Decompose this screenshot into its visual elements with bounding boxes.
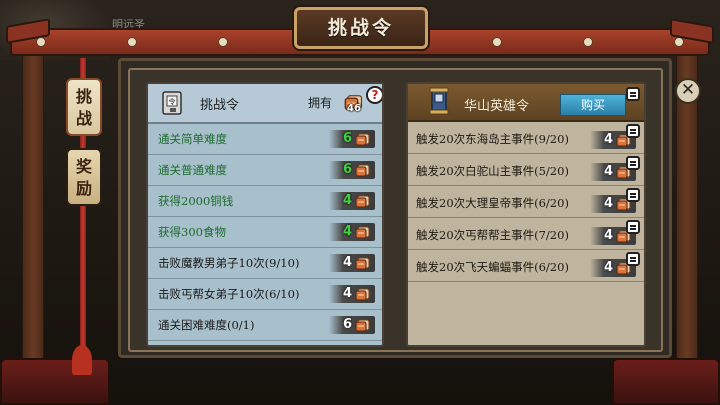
token-icon	[355, 193, 371, 209]
hero-panel: 华山英雄令 购买 触发20次东海岛主事件(9/20) 4 触发20次白驼山主事件(5…	[406, 82, 646, 347]
buy-button[interactable]: 购买	[560, 94, 626, 116]
token-icon	[355, 162, 371, 178]
token-icon	[355, 224, 371, 240]
lock-icon	[626, 156, 640, 170]
help-icon[interactable]: ?	[366, 86, 382, 104]
token-icon	[355, 317, 371, 333]
event-text: 触发20次白驼山主事件(5/20)	[416, 164, 569, 178]
event-text: 触发20次大理皇帝事件(6/20)	[416, 196, 569, 210]
close-button[interactable]: ✕	[675, 78, 701, 104]
event-row[interactable]: 触发20次大理皇帝事件(6/20) 4	[408, 186, 644, 218]
lock-icon	[626, 87, 640, 101]
page-title: 挑战令	[327, 17, 394, 39]
bolt	[127, 37, 138, 47]
frame-base-left	[0, 358, 110, 405]
frame-left-post	[22, 52, 44, 382]
token-icon	[355, 131, 371, 147]
task-text: 击败魔教男弟子10次(9/10)	[158, 256, 300, 270]
task-row[interactable]: 击败魔教男弟子10次(9/10) 4	[148, 248, 382, 279]
task-row[interactable]: 通关普通难度 6	[148, 155, 382, 186]
tassel-decoration	[72, 345, 92, 375]
hero-token-icon	[429, 87, 449, 115]
task-row[interactable]: 击败丐帮女弟子10次(6/10) 4	[148, 279, 382, 310]
lock-icon	[626, 124, 640, 138]
task-reward-count: 4	[343, 193, 353, 208]
task-row[interactable]: 获得300食物 4	[148, 217, 382, 248]
task-row[interactable]: 获得2000铜钱 4	[148, 186, 382, 217]
task-row[interactable]: 通关简单难度 6	[148, 124, 382, 155]
task-text: 获得300食物	[158, 225, 226, 239]
task-reward-badge: 4	[329, 254, 375, 272]
token-icon	[355, 255, 371, 271]
lock-icon	[626, 252, 640, 266]
task-reward-count: 4	[343, 255, 353, 270]
event-list: 触发20次东海岛主事件(9/20) 4 触发20次白驼山主事件(5/20) 4 触发20…	[408, 122, 644, 282]
event-reward-count: 4	[604, 196, 614, 211]
challenge-token-icon: 令	[162, 91, 182, 115]
task-text: 通关简单难度	[158, 132, 227, 146]
tab-challenge[interactable]: 挑 战	[66, 78, 102, 136]
task-reward-count: 6	[343, 162, 353, 177]
bolt	[36, 37, 46, 47]
task-row[interactable]: 通关困难难度(0/1) 6	[148, 310, 382, 341]
hero-panel-title: 华山英雄令	[464, 99, 530, 114]
challenge-panel-header: 令 挑战令 拥有 46 ?	[148, 84, 382, 124]
svg-text:令: 令	[169, 97, 176, 106]
own-label: 拥有	[308, 96, 333, 110]
lock-icon	[626, 188, 640, 202]
close-icon: ✕	[680, 80, 696, 100]
event-reward-count: 4	[604, 228, 614, 243]
task-reward-badge: 6	[329, 316, 375, 334]
task-reward-count: 6	[343, 131, 353, 146]
task-reward-count: 4	[343, 224, 353, 239]
title-plaque: 挑战令	[294, 7, 428, 49]
own-count: 46	[347, 103, 361, 114]
event-reward-count: 4	[604, 164, 614, 179]
hero-panel-header: 华山英雄令 购买	[408, 84, 644, 122]
event-text: 触发20次飞天蝙蝠事件(6/20)	[416, 260, 569, 274]
lock-icon	[626, 220, 640, 234]
task-reward-badge: 4	[329, 285, 375, 303]
tab-reward[interactable]: 奖 励	[66, 148, 102, 206]
task-text: 获得2000铜钱	[158, 194, 234, 208]
event-row[interactable]: 触发20次白驼山主事件(5/20) 4	[408, 154, 644, 186]
task-reward-badge: 6	[329, 161, 375, 179]
task-text: 通关普通难度	[158, 163, 227, 177]
token-icon	[355, 286, 371, 302]
bolt	[673, 37, 684, 47]
event-text: 触发20次东海岛主事件(9/20)	[416, 132, 569, 146]
task-list: 通关简单难度 6 通关普通难度 6 获得2000铜钱 4 获得300食物 4 击败魔教男弟子10…	[148, 124, 382, 341]
bolt	[491, 37, 502, 47]
event-row[interactable]: 触发20次东海岛主事件(9/20) 4	[408, 122, 644, 154]
challenge-panel-title: 挑战令	[200, 98, 240, 113]
task-reward-count: 4	[343, 286, 353, 301]
event-row[interactable]: 触发20次丐帮帮主事件(7/20) 4	[408, 218, 644, 250]
task-text: 击败丐帮女弟子10次(6/10)	[158, 287, 300, 301]
frame-base-right	[612, 358, 720, 405]
event-reward-count: 4	[604, 260, 614, 275]
task-reward-badge: 4	[329, 223, 375, 241]
task-text: 通关困难难度(0/1)	[158, 318, 255, 332]
event-reward-count: 4	[604, 132, 614, 147]
bolt	[218, 37, 229, 47]
event-text: 触发20次丐帮帮主事件(7/20)	[416, 228, 569, 242]
task-reward-count: 6	[343, 317, 353, 332]
task-reward-badge: 6	[329, 130, 375, 148]
task-reward-badge: 4	[329, 192, 375, 210]
bolt	[582, 37, 593, 47]
event-row[interactable]: 触发20次飞天蝙蝠事件(6/20) 4	[408, 250, 644, 282]
challenge-panel: 令 挑战令 拥有 46 ? 通关简单难度 6 通关普通难度 6 获得2000铜钱 4 获得3…	[146, 82, 384, 347]
